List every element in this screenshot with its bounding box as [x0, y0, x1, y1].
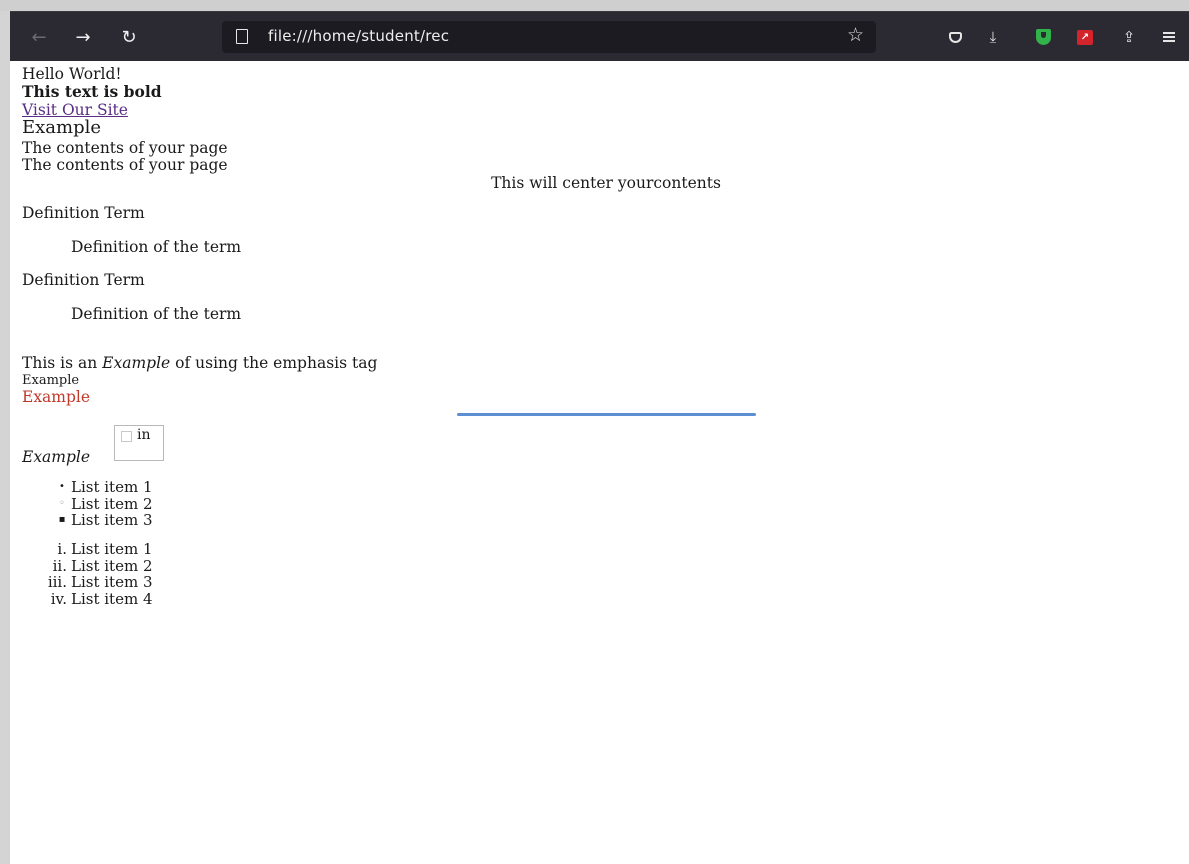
italic-example: Example	[22, 448, 91, 466]
bold-text: This text is bold	[22, 82, 162, 101]
list-item: ◦ List item 2	[59, 494, 153, 513]
browser-toolbar: ← → ↻ file:///home/student/rec ☆ ⤓ ↗ ⇪	[10, 11, 1189, 61]
reload-icon[interactable]: ↻	[116, 24, 142, 50]
menu-icon[interactable]	[1156, 24, 1182, 50]
window-top-edge	[0, 0, 1189, 11]
list-item: i. List item 1	[57, 540, 153, 558]
centered-text: This will center yourcontents	[491, 174, 721, 192]
list-item-text: List item 1	[71, 478, 153, 496]
broken-image: in	[114, 425, 164, 461]
list-item: ▪ List item 3	[59, 511, 153, 529]
share-icon[interactable]: ⇪	[1116, 24, 1142, 50]
hello-text: Hello World!	[22, 65, 122, 83]
ordered-list: i. List item 1 ii. List item 2 iii. List it…	[48, 540, 153, 608]
horizontal-rule	[457, 413, 756, 416]
broken-image-icon	[121, 431, 132, 442]
download-icon[interactable]: ⤓	[980, 24, 1006, 50]
red-example: Example	[22, 388, 91, 406]
definition-description: Definition of the term	[71, 238, 242, 256]
emphasis-after: of using the emphasis tag	[170, 354, 378, 372]
list-item: • List item 1	[59, 478, 153, 496]
page-icon	[236, 29, 248, 44]
red-extension-icon[interactable]: ↗	[1072, 24, 1098, 50]
contents-text-1: The contents of your page	[22, 139, 228, 157]
emphasis-before: This is an	[22, 354, 103, 372]
bullet-square-icon: ▪	[58, 514, 66, 525]
url-text[interactable]: file:///home/student/rec	[268, 27, 449, 45]
list-item-text: List item 2	[71, 494, 153, 513]
shield-extension-icon[interactable]	[1030, 24, 1056, 50]
image-alt-text: in	[137, 427, 151, 443]
roman-marker: ii.	[52, 556, 67, 575]
bullet-circle-icon: ◦	[59, 497, 65, 509]
list-item-text: List item 3	[71, 511, 153, 529]
forward-arrow-icon[interactable]: →	[70, 24, 96, 50]
url-bar[interactable]: file:///home/student/rec ☆	[222, 21, 876, 53]
contents-text-2: The contents of your page	[22, 156, 228, 174]
bookmark-star-icon[interactable]: ☆	[847, 24, 864, 46]
emphasis-sentence: This is an Example of using the emphasis…	[22, 354, 377, 372]
unordered-list: • List item 1 ◦ List item 2 ▪ List item 3	[59, 478, 153, 529]
bullet-disc-icon: •	[59, 481, 65, 492]
list-item: iv. List item 4	[51, 589, 153, 608]
list-item-text: List item 2	[71, 556, 153, 575]
definition-term: Definition Term	[22, 271, 145, 289]
list-item-text: List item 3	[71, 573, 153, 591]
roman-marker: iii.	[47, 573, 67, 591]
emphasis-word: Example	[102, 354, 171, 372]
page-content: Hello World! This text is bold Visit Our…	[10, 61, 1189, 864]
definition-term: Definition Term	[22, 204, 145, 222]
pocket-icon[interactable]	[942, 24, 968, 50]
roman-marker: iv.	[50, 589, 67, 608]
list-item-text: List item 4	[71, 589, 153, 608]
list-item-text: List item 1	[71, 540, 153, 558]
back-arrow-icon[interactable]: ←	[26, 24, 52, 50]
definition-description: Definition of the term	[71, 305, 242, 323]
example-heading: Example	[22, 117, 102, 138]
roman-marker: i.	[57, 540, 67, 558]
list-item: iii. List item 3	[48, 573, 153, 591]
list-item: ii. List item 2	[53, 556, 153, 575]
